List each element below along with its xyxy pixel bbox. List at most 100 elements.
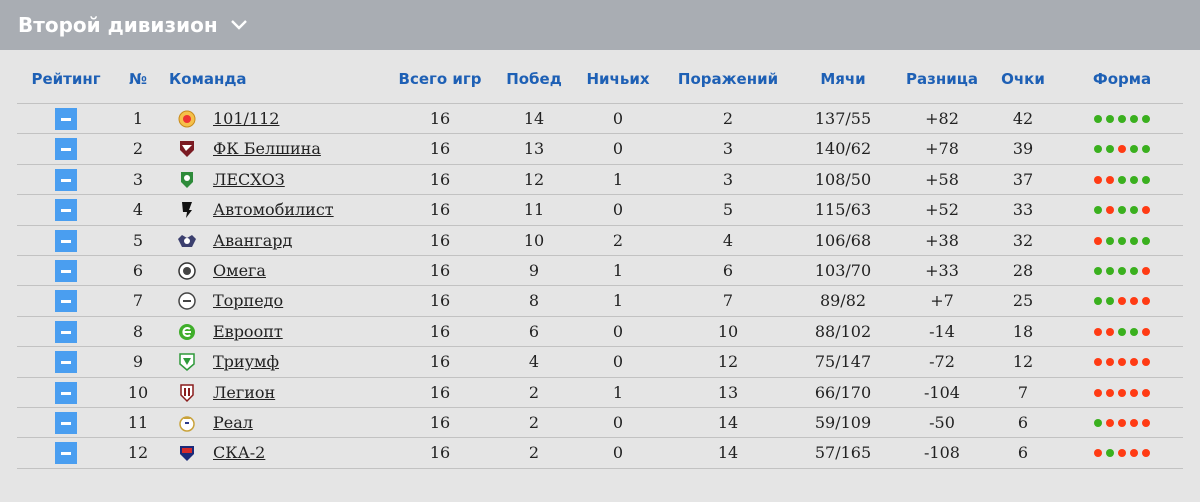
col-rating-header[interactable]: Рейтинг (17, 70, 115, 88)
games-played: 16 (429, 412, 451, 432)
games-played: 16 (429, 382, 451, 402)
form-win-dot (1142, 145, 1150, 154)
form-win-dot (1106, 449, 1114, 458)
logo-avtomobilist-icon (177, 200, 197, 220)
team-name-link[interactable]: 101/112 (213, 104, 279, 134)
rating-toggle-button[interactable] (55, 229, 77, 252)
division-header[interactable]: Второй дивизион (0, 0, 1200, 50)
team-name-link[interactable]: Реал (213, 408, 253, 438)
draws: 0 (612, 352, 624, 372)
team-name-link[interactable]: Торпедо (213, 286, 283, 316)
losses: 5 (722, 200, 734, 220)
position-number: 4 (132, 200, 144, 220)
col-num-header[interactable]: № (115, 70, 161, 88)
games-played: 16 (429, 139, 451, 159)
wins: 4 (528, 352, 540, 372)
table-row: 6 Омега 16 9 1 6 103/70 +33 28 (17, 256, 1183, 287)
table-row: 1 101/112 16 14 0 2 137/55 +82 42 (17, 104, 1183, 135)
goal-difference: -104 (924, 382, 960, 402)
col-losses-header[interactable]: Поражений (667, 70, 789, 88)
rating-toggle-button[interactable] (55, 351, 77, 374)
team-cell: Реал (169, 408, 399, 438)
col-form-header[interactable]: Форма (1067, 70, 1177, 88)
rating-cell (17, 104, 115, 134)
form-win-dot (1118, 327, 1126, 336)
form-indicator (1067, 438, 1177, 468)
rating-toggle-button[interactable] (55, 381, 77, 404)
col-goals-header[interactable]: Мячи (792, 70, 894, 88)
logo-ska-2-icon (177, 443, 197, 463)
form-loss-dot (1118, 449, 1126, 458)
col-team-header[interactable]: Команда (169, 70, 247, 88)
col-diff-header[interactable]: Разница (895, 70, 989, 88)
rating-toggle-button[interactable] (55, 108, 77, 130)
form-win-dot (1106, 115, 1114, 123)
division-title: Второй дивизион (18, 13, 218, 37)
col-points-header[interactable]: Очки (989, 70, 1057, 88)
team-cell: Триумф (169, 347, 399, 377)
form-indicator (1067, 378, 1177, 408)
form-loss-dot (1118, 418, 1126, 427)
table-header: Рейтинг № Команда Всего игр Побед Ничьих… (17, 60, 1183, 104)
team-name-link[interactable]: Евроопт (213, 317, 283, 347)
rating-toggle-button[interactable] (55, 199, 77, 222)
form-indicator (1067, 226, 1177, 256)
position-number: 9 (132, 352, 144, 372)
losses: 14 (717, 443, 739, 463)
goal-difference: -14 (929, 321, 955, 341)
games-played: 16 (429, 230, 451, 250)
goal-difference: +82 (925, 109, 959, 128)
form-cell (1067, 195, 1177, 225)
form-win-dot (1130, 266, 1138, 275)
rating-toggle-button[interactable] (55, 290, 77, 313)
team-name-link[interactable]: Авангард (213, 226, 292, 256)
team-name-link[interactable]: Легион (213, 378, 275, 408)
form-win-dot (1094, 145, 1102, 154)
form-indicator (1067, 134, 1177, 164)
position-number: 1 (132, 109, 144, 128)
table-row: 2 ФК Белшина 16 13 0 3 140/62 +78 39 (17, 134, 1183, 165)
rating-cell (17, 256, 115, 286)
form-loss-dot (1142, 418, 1150, 427)
form-win-dot (1130, 206, 1138, 215)
logo-belshina-icon (177, 139, 197, 159)
wins: 13 (523, 139, 545, 159)
rating-toggle-button[interactable] (55, 411, 77, 434)
draws: 0 (612, 139, 624, 159)
position-number: 10 (127, 382, 149, 402)
team-name-link[interactable]: СКА-2 (213, 438, 265, 468)
team-name-link[interactable]: Омега (213, 256, 266, 286)
rating-toggle-button[interactable] (55, 259, 77, 282)
games-played: 16 (429, 260, 451, 280)
team-name-link[interactable]: Триумф (213, 347, 279, 377)
points: 37 (1012, 169, 1034, 189)
team-name-link[interactable]: Автомобилист (213, 195, 334, 225)
rating-cell (17, 226, 115, 256)
col-draws-header[interactable]: Ничьих (581, 70, 655, 88)
form-loss-dot (1106, 358, 1114, 367)
table-row: 10 Легион 16 2 1 13 66/170 -104 7 (17, 378, 1183, 408)
team-cell: СКА-2 (169, 438, 399, 468)
col-wins-header[interactable]: Побед (487, 70, 581, 88)
goals: 57/165 (814, 443, 872, 463)
goals: 108/50 (814, 169, 872, 189)
logo-omega-icon (177, 261, 197, 281)
chevron-down-icon[interactable] (230, 19, 248, 31)
team-name-link[interactable]: ЛЕСХОЗ (213, 165, 285, 195)
points: 6 (1017, 412, 1029, 432)
rating-toggle-button[interactable] (55, 168, 77, 191)
rating-toggle-button[interactable] (55, 320, 77, 343)
team-name-link[interactable]: ФК Белшина (213, 134, 321, 164)
form-win-dot (1106, 297, 1114, 306)
rating-toggle-button[interactable] (55, 138, 77, 161)
form-win-dot (1094, 297, 1102, 306)
losses: 2 (722, 109, 734, 128)
points: 42 (1012, 109, 1034, 128)
goal-difference: +38 (925, 230, 959, 250)
col-games-header[interactable]: Всего игр (387, 70, 493, 88)
team-cell: Торпедо (169, 286, 399, 316)
form-loss-dot (1130, 388, 1138, 397)
wins: 9 (528, 260, 540, 280)
rating-toggle-button[interactable] (55, 442, 77, 465)
rating-cell (17, 317, 115, 347)
